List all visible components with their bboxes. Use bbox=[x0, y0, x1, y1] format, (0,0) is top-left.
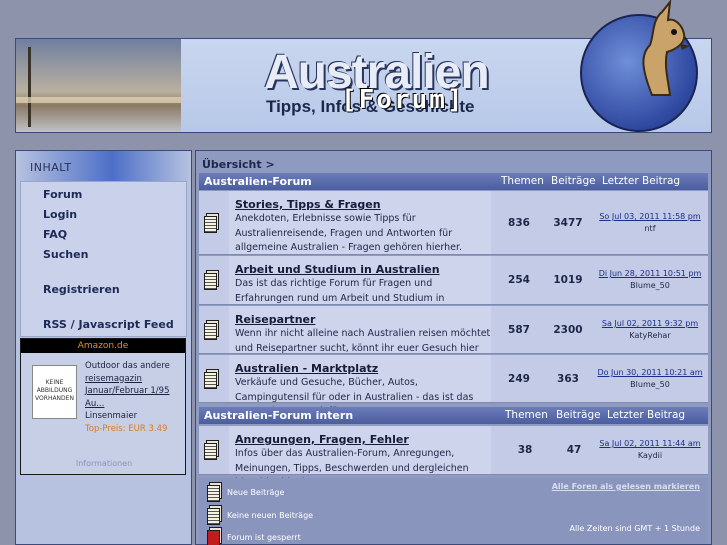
topics-count: 836 bbox=[508, 217, 530, 229]
amazon-header: Amazon.de bbox=[21, 339, 185, 353]
legend-no-new-posts: Keine neuen Beiträge bbox=[227, 511, 314, 520]
last-post-date-link[interactable]: Do Jun 30, 2011 10:21 am bbox=[597, 368, 702, 377]
forum-status-icon bbox=[204, 270, 220, 290]
sidebar-item-forum[interactable]: Forum bbox=[21, 188, 186, 201]
banner-landscape-image bbox=[16, 39, 181, 132]
col-last-post: Letzter Beitrag bbox=[602, 175, 681, 187]
category-header: Australien-Forum intern Themen Beiträge … bbox=[199, 407, 708, 424]
forum-title-link[interactable]: Arbeit und Studium in Australien bbox=[235, 263, 440, 276]
mark-all-read-link[interactable]: Alle Foren als gelesen markieren bbox=[552, 482, 700, 491]
last-post-user[interactable]: ntf bbox=[594, 223, 706, 235]
legend-new-posts: Neue Beiträge bbox=[227, 488, 285, 497]
forum-status-icon bbox=[204, 440, 220, 460]
col-topics: Themen bbox=[505, 409, 548, 421]
amazon-author: Linsenmaier bbox=[85, 411, 138, 421]
sidebar-item-faq[interactable]: FAQ bbox=[21, 228, 186, 241]
kangaroo-logo-icon bbox=[642, 0, 690, 96]
sidebar-item-login[interactable]: Login bbox=[21, 208, 186, 221]
forum-index: Übersicht > Australien-Forum Themen Beit… bbox=[195, 150, 712, 545]
topics-count: 249 bbox=[508, 373, 530, 385]
amazon-product-link[interactable]: reisemagazin Januar/Februar 1/95 Au... bbox=[85, 374, 169, 409]
topics-count: 587 bbox=[508, 324, 530, 336]
sidebar: INHALT Forum Login FAQ Suchen Registrier… bbox=[15, 150, 192, 545]
posts-count: 363 bbox=[557, 373, 579, 385]
legend-locked: Forum ist gesperrt bbox=[227, 533, 301, 542]
forum-locked-icon bbox=[207, 527, 223, 545]
breadcrumb[interactable]: Übersicht > bbox=[202, 158, 275, 171]
col-last-post: Letzter Beitrag bbox=[607, 409, 686, 421]
sidebar-item-rss-feed[interactable]: RSS / Javascript Feed bbox=[21, 318, 186, 331]
last-post-date-link[interactable]: Di Jun 28, 2011 10:51 pm bbox=[599, 269, 702, 278]
forum-title-link[interactable]: Anregungen, Fragen, Fehler bbox=[235, 433, 409, 446]
last-post-user[interactable]: Blume_50 bbox=[594, 280, 706, 292]
forum-status-icon bbox=[204, 213, 220, 233]
banner-forum-word: [Forum] bbox=[341, 85, 465, 115]
posts-count: 47 bbox=[566, 444, 582, 456]
sidebar-menu: Forum Login FAQ Suchen Registrieren RSS … bbox=[20, 181, 187, 337]
forum-row: Stories, Tipps & Fragen Anekdoten, Erleb… bbox=[199, 191, 708, 255]
last-post-date-link[interactable]: So Jul 03, 2011 11:58 pm bbox=[599, 212, 700, 221]
category-title[interactable]: Australien-Forum intern bbox=[204, 407, 353, 424]
posts-count: 2300 bbox=[553, 324, 583, 336]
posts-count: 3477 bbox=[553, 217, 583, 229]
no-new-posts-icon bbox=[207, 505, 223, 525]
last-post-date-link[interactable]: Sa Jul 02, 2011 9:32 pm bbox=[602, 319, 698, 328]
col-posts: Beiträge bbox=[551, 175, 596, 187]
topics-count: 254 bbox=[508, 274, 530, 286]
amazon-widget: Amazon.de KEINE ABBILDUNG VORHANDEN Outd… bbox=[20, 338, 186, 475]
sidebar-item-search[interactable]: Suchen bbox=[21, 248, 186, 261]
forum-status-icon bbox=[204, 369, 220, 389]
col-topics: Themen bbox=[501, 175, 544, 187]
posts-count: 1019 bbox=[553, 274, 583, 286]
amazon-info-link[interactable]: Informationen bbox=[21, 459, 187, 468]
category-header: Australien-Forum Themen Beiträge Letzter… bbox=[199, 173, 708, 190]
timezone-note: Alle Zeiten sind GMT + 1 Stunde bbox=[569, 524, 700, 533]
forum-title-link[interactable]: Stories, Tipps & Fragen bbox=[235, 198, 381, 211]
col-posts: Beiträge bbox=[556, 409, 601, 421]
forum-title-link[interactable]: Australien - Marktplatz bbox=[235, 362, 378, 375]
forum-description: Anekdoten, Erlebnisse sowie Tipps für Au… bbox=[235, 213, 463, 253]
last-post-date-link[interactable]: Sa Jul 02, 2011 11:44 am bbox=[599, 439, 700, 448]
forum-row: Reisepartner Wenn ihr nicht alleine nach… bbox=[199, 306, 708, 368]
topics-count: 38 bbox=[517, 444, 533, 456]
forum-row: Arbeit und Studium in Australien Das ist… bbox=[199, 256, 708, 318]
forum-title-link[interactable]: Reisepartner bbox=[235, 313, 315, 326]
new-posts-icon bbox=[207, 482, 223, 502]
amazon-price: Top-Preis: EUR 3.49 bbox=[85, 423, 168, 434]
forum-status-icon bbox=[204, 320, 220, 340]
forum-row: Anregungen, Fragen, Fehler Infos über da… bbox=[199, 426, 708, 488]
amazon-lead-text: Outdoor das andere bbox=[85, 361, 170, 371]
no-image-placeholder: KEINE ABBILDUNG VORHANDEN bbox=[32, 365, 77, 419]
legend: Neue Beiträge Keine neuen Beiträge Forum… bbox=[199, 478, 708, 545]
last-post-user[interactable]: Kaydii bbox=[594, 450, 706, 462]
category-title[interactable]: Australien-Forum bbox=[204, 173, 312, 190]
last-post-user[interactable]: KatyRehar bbox=[594, 330, 706, 342]
forum-row: Australien - Marktplatz Verkäufe und Ges… bbox=[199, 355, 708, 417]
sidebar-heading: INHALT bbox=[16, 151, 191, 181]
last-post-user[interactable]: Blume_50 bbox=[594, 379, 706, 391]
sidebar-item-register[interactable]: Registrieren bbox=[21, 283, 186, 296]
